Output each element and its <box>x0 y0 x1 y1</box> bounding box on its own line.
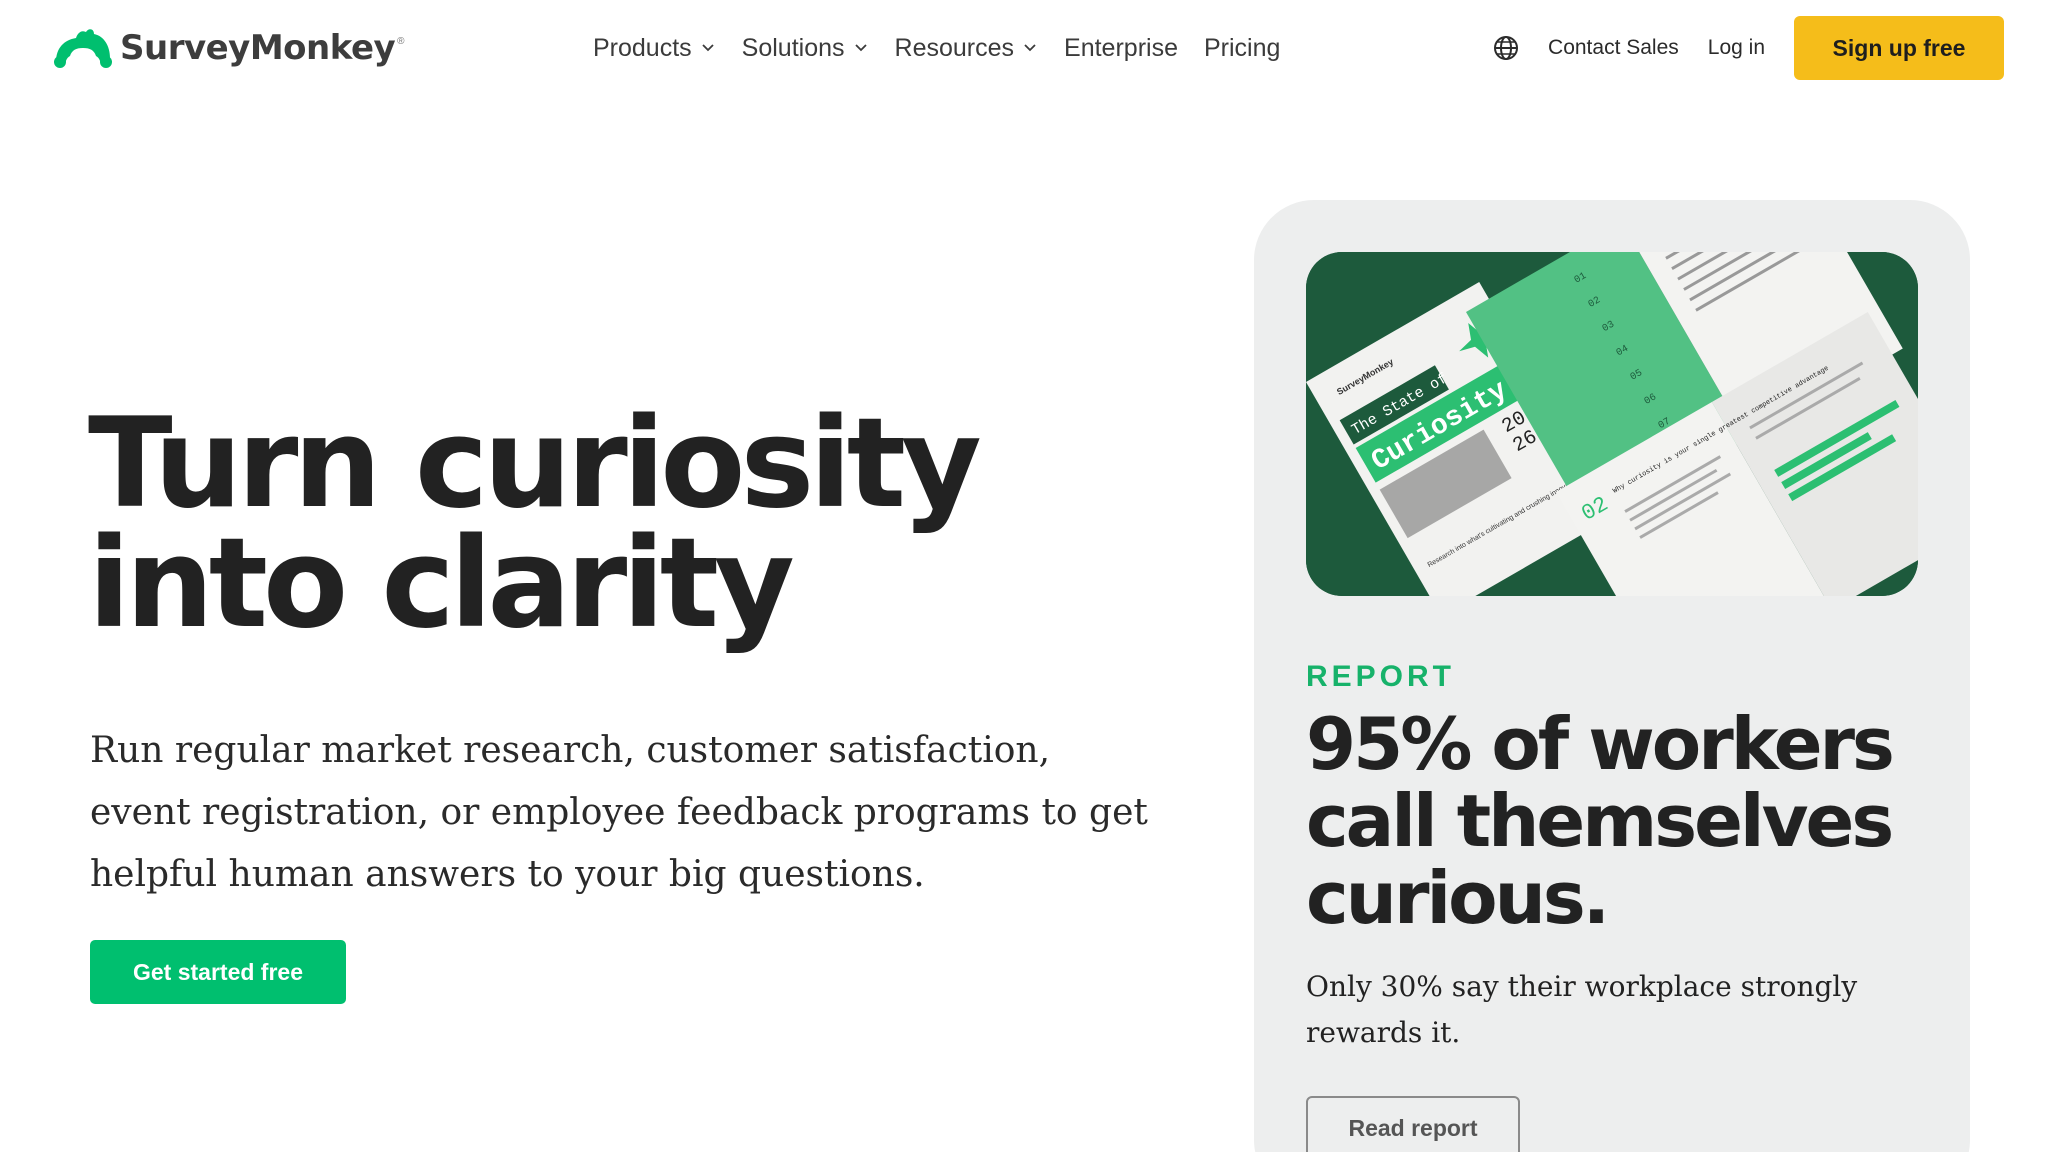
nav-products-label: Products <box>593 33 692 62</box>
get-started-button[interactable]: Get started free <box>90 940 346 1004</box>
nav-solutions-label: Solutions <box>741 33 845 62</box>
nav-solutions[interactable]: Solutions <box>742 34 869 63</box>
report-tag: REPORT <box>1306 660 1456 693</box>
contact-sales-link[interactable]: Contact Sales <box>1548 36 1679 60</box>
log-in-link[interactable]: Log in <box>1708 36 1765 60</box>
report-promo-card: SurveyMonkey The State of Curiosity 20 2… <box>1254 200 1970 1152</box>
hero-description: Run regular market research, customer sa… <box>90 730 1148 895</box>
header-actions: Contact Sales Log in Sign up free <box>1492 16 2048 80</box>
nav-pricing[interactable]: Pricing <box>1204 34 1280 63</box>
brand-name: SurveyMonkey <box>120 28 396 68</box>
hero-title: Turn curiosity into clarity <box>88 392 982 656</box>
chevron-down-icon <box>1024 44 1036 52</box>
chevron-down-icon <box>702 44 714 52</box>
nav-resources[interactable]: Resources <box>895 34 1039 63</box>
nav-enterprise-label: Enterprise <box>1064 33 1178 62</box>
read-report-button[interactable]: Read report <box>1306 1096 1520 1152</box>
nav-enterprise[interactable]: Enterprise <box>1064 34 1178 63</box>
chevron-down-icon <box>854 44 867 52</box>
site-header: SurveyMonkey ® Products Solutions Resour… <box>0 0 2048 96</box>
nav-resources-label: Resources <box>894 33 1015 62</box>
sign-up-button[interactable]: Sign up free <box>1794 16 2004 80</box>
globe-icon[interactable] <box>1492 34 1520 62</box>
surveymonkey-logo[interactable]: SurveyMonkey ® <box>50 24 405 72</box>
trademark-symbol: ® <box>397 36 405 47</box>
report-title: 95% of workers call themselves curious. <box>1306 702 1895 940</box>
main-nav: Products Solutions Resources Enterprise … <box>593 28 1306 68</box>
nav-products[interactable]: Products <box>593 34 716 63</box>
surveymonkey-logo-icon <box>54 29 112 68</box>
report-description: Only 30% say their workplace strongly re… <box>1306 970 1858 1049</box>
report-cover-image: SurveyMonkey The State of Curiosity 20 2… <box>1306 252 1918 596</box>
nav-pricing-label: Pricing <box>1203 33 1281 62</box>
report-illustration: SurveyMonkey The State of Curiosity 20 2… <box>1306 252 1918 596</box>
